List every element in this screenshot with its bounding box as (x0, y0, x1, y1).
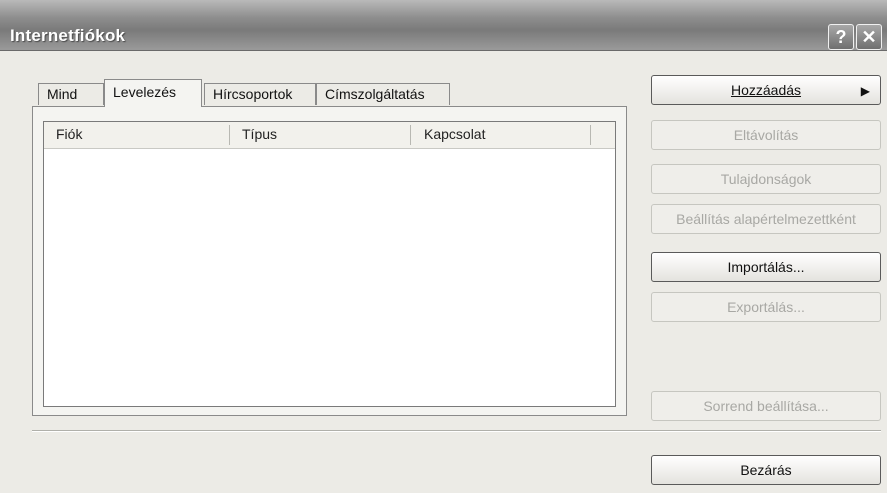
add-button-label: Hozzáadás (730, 82, 802, 98)
column-type[interactable]: Típus (242, 126, 277, 142)
separator (32, 430, 881, 432)
set-default-button-label: Beállítás alapértelmezettként (676, 211, 856, 227)
help-icon: ? (835, 26, 847, 47)
import-button[interactable]: Importálás... (651, 252, 881, 282)
remove-button[interactable]: Eltávolítás (651, 120, 881, 150)
column-account[interactable]: Fiók (56, 126, 82, 142)
properties-button[interactable]: Tulajdonságok (651, 164, 881, 194)
tab-mail[interactable]: Levelezés (104, 79, 202, 107)
set-order-button-label: Sorrend beállítása... (703, 398, 829, 414)
close-button-label: Bezárás (740, 462, 792, 478)
export-button-label: Exportálás... (727, 299, 805, 315)
column-separator[interactable] (590, 125, 591, 145)
column-connection[interactable]: Kapcsolat (424, 126, 485, 142)
close-window-button[interactable]: ✕ (856, 24, 882, 50)
remove-button-label: Eltávolítás (733, 127, 799, 143)
internet-accounts-dialog: Internetfiókok ? ✕ Mind Levelezés Hírcso… (0, 0, 887, 493)
column-header: Fiók Típus Kapcsolat (44, 122, 615, 149)
title-bar[interactable]: Internetfiókok ? ✕ (0, 0, 887, 51)
set-default-button[interactable]: Beállítás alapértelmezettként (651, 204, 881, 234)
column-separator[interactable] (229, 125, 230, 145)
export-button[interactable]: Exportálás... (651, 292, 881, 322)
tab-panel: Fiók Típus Kapcsolat (32, 106, 627, 416)
tab-directory-service[interactable]: Címszolgáltatás (316, 83, 450, 105)
import-button-label: Importálás... (727, 259, 805, 275)
add-button[interactable]: Hozzáadás ▶ (651, 75, 881, 105)
tab-all[interactable]: Mind (38, 83, 104, 105)
submenu-arrow-icon: ▶ (860, 84, 870, 98)
tab-news[interactable]: Hírcsoportok (204, 83, 316, 105)
close-button[interactable]: Bezárás (651, 455, 881, 485)
accounts-list[interactable]: Fiók Típus Kapcsolat (43, 121, 616, 407)
properties-button-label: Tulajdonságok (720, 171, 812, 187)
window-title: Internetfiókok (10, 26, 126, 45)
set-order-button[interactable]: Sorrend beállítása... (651, 391, 881, 421)
help-button[interactable]: ? (828, 24, 854, 50)
close-icon: ✕ (861, 26, 877, 47)
column-separator[interactable] (410, 125, 411, 145)
